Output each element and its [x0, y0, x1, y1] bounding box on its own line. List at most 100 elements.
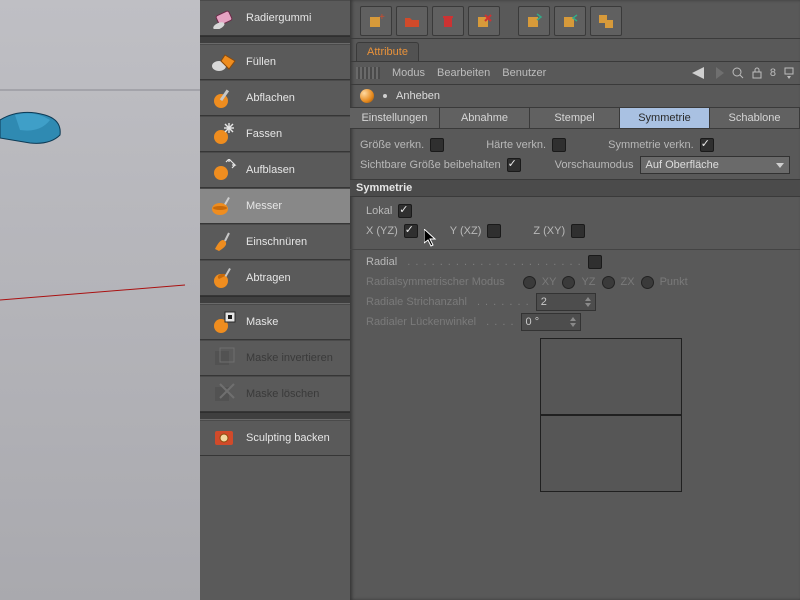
cb-radial[interactable]	[588, 255, 602, 269]
remove-button[interactable]	[468, 6, 500, 36]
pinch-icon	[210, 228, 238, 256]
subtab-abnahme[interactable]: Abnahme	[440, 108, 530, 128]
tool-maske-invertieren[interactable]: Maske invertieren	[200, 340, 350, 376]
tool-sculpting-backen[interactable]: Sculpting backen	[200, 420, 350, 456]
tool-label: Aufblasen	[246, 164, 295, 176]
misc-button-1[interactable]	[518, 6, 550, 36]
tool-label: Fassen	[246, 128, 282, 140]
attr-menubar: Modus Bearbeiten Benutzer 8	[350, 62, 800, 85]
cb-groesse[interactable]	[430, 138, 444, 152]
subtab-stempel[interactable]: Stempel	[530, 108, 620, 128]
lbl-radial: Radial	[366, 256, 397, 268]
rb-xy[interactable]	[523, 276, 536, 289]
dd-vorschaumodus[interactable]: Auf Oberfläche	[640, 156, 790, 174]
tool-messer[interactable]: Messer	[200, 188, 350, 224]
dot-icon	[382, 93, 388, 99]
tool-label: Abflachen	[246, 92, 295, 104]
mask-icon	[210, 308, 238, 336]
lbl-z-xy: Z (XY)	[533, 225, 565, 237]
tool-radiergummi[interactable]: Radiergummi	[200, 0, 350, 36]
nav-back-icon[interactable]	[692, 67, 708, 79]
viewport-3d[interactable]	[0, 0, 200, 600]
delete-button[interactable]	[432, 6, 464, 36]
menu-modus[interactable]: Modus	[392, 67, 425, 79]
mask-invert-icon	[210, 344, 238, 372]
active-tool-header: Anheben	[350, 85, 800, 107]
tool-label: Maske invertieren	[246, 352, 333, 364]
dots: . . . . . . . . . . . . . . . . . . . . …	[403, 256, 581, 268]
grab-icon	[210, 120, 238, 148]
cb-x-yz[interactable]	[404, 224, 418, 238]
tool-einschnueren[interactable]: Einschnüren	[200, 224, 350, 260]
flatten-icon	[210, 84, 238, 112]
open-button[interactable]	[396, 6, 428, 36]
tool-label: Sculpting backen	[246, 432, 330, 444]
dots: . . . .	[482, 316, 514, 328]
cb-lokal[interactable]	[398, 204, 412, 218]
search-icon[interactable]	[732, 67, 744, 79]
object-manager-toolbar: +	[350, 0, 800, 39]
preview-top	[540, 338, 682, 415]
cb-z-xy[interactable]	[571, 224, 585, 238]
cb-symverkn[interactable]	[700, 138, 714, 152]
nf-value: 2	[541, 296, 547, 308]
lbl-zx: ZX	[621, 276, 635, 288]
misc-button-2[interactable]	[554, 6, 586, 36]
nav-fwd-icon[interactable]	[716, 67, 724, 79]
tool-maske[interactable]: Maske	[200, 304, 350, 340]
tool-abflachen[interactable]: Abflachen	[200, 80, 350, 116]
subtab-schablone[interactable]: Schablone	[710, 108, 800, 128]
tool-label: Maske löschen	[246, 388, 319, 400]
tool-aufblasen[interactable]: Aufblasen	[200, 152, 350, 188]
grip-icon	[356, 67, 380, 79]
subtab-einstellungen[interactable]: Einstellungen	[350, 108, 440, 128]
bake-icon	[210, 424, 238, 452]
tool-label: Maske	[246, 316, 278, 328]
bucket-icon	[210, 48, 238, 76]
cb-y-xz[interactable]	[487, 224, 501, 238]
manager-tabs: Attribute	[350, 39, 800, 62]
inflate-icon	[210, 156, 238, 184]
tool-label: Radiergummi	[246, 12, 311, 24]
dd-value: Auf Oberfläche	[646, 159, 719, 171]
tool-fuellen[interactable]: Füllen	[200, 44, 350, 80]
lbl-symverkn: Symmetrie verkn.	[608, 139, 694, 151]
mask-delete-icon	[210, 380, 238, 408]
nf-lueckenwinkel[interactable]: 0 °	[521, 313, 581, 331]
rb-yz[interactable]	[562, 276, 575, 289]
cb-haerte[interactable]	[552, 138, 566, 152]
tool-abtragen[interactable]: Abtragen	[200, 260, 350, 296]
section-symmetrie: Symmetrie	[350, 179, 800, 197]
rb-zx[interactable]	[602, 276, 615, 289]
tool-title: Anheben	[396, 90, 440, 102]
lbl-vorschau: Vorschaumodus	[555, 159, 634, 171]
lock-icon[interactable]	[752, 67, 762, 79]
tab-attribute[interactable]: Attribute	[356, 42, 419, 61]
subtab-symmetrie[interactable]: Symmetrie	[620, 108, 710, 128]
lbl-sichtbare: Sichtbare Größe beibehalten	[360, 159, 501, 171]
lbl-yz: YZ	[581, 276, 595, 288]
knife-icon	[210, 192, 238, 220]
lbl-lueckenwinkel: Radialer Lückenwinkel	[366, 316, 476, 328]
chevron-down-icon	[776, 163, 784, 168]
cb-sichtbare[interactable]	[507, 158, 521, 172]
new-obj-button[interactable]: +	[360, 6, 392, 36]
lbl-lokal: Lokal	[366, 205, 392, 217]
misc-button-3[interactable]	[590, 6, 622, 36]
tool-label: Füllen	[246, 56, 276, 68]
menu-bearbeiten[interactable]: Bearbeiten	[437, 67, 490, 79]
count-8: 8	[770, 67, 776, 79]
lbl-xy: XY	[542, 276, 557, 288]
sculpt-tools-panel: Radiergummi Füllen Abflachen Fassen Aufb…	[200, 0, 350, 600]
menu-benutzer[interactable]: Benutzer	[502, 67, 546, 79]
scrape-icon	[210, 264, 238, 292]
lbl-radmode: Radialsymmetrischer Modus	[366, 276, 505, 288]
rb-punkt[interactable]	[641, 276, 654, 289]
tool-fassen[interactable]: Fassen	[200, 116, 350, 152]
attr-subtabs: Einstellungen Abnahme Stempel Symmetrie …	[350, 107, 800, 129]
nf-value: 0 °	[526, 316, 540, 328]
dropdown-icon[interactable]	[784, 67, 794, 79]
tool-maske-loeschen[interactable]: Maske löschen	[200, 376, 350, 412]
lbl-y-xz: Y (XZ)	[450, 225, 482, 237]
nf-strichanzahl[interactable]: 2	[536, 293, 596, 311]
